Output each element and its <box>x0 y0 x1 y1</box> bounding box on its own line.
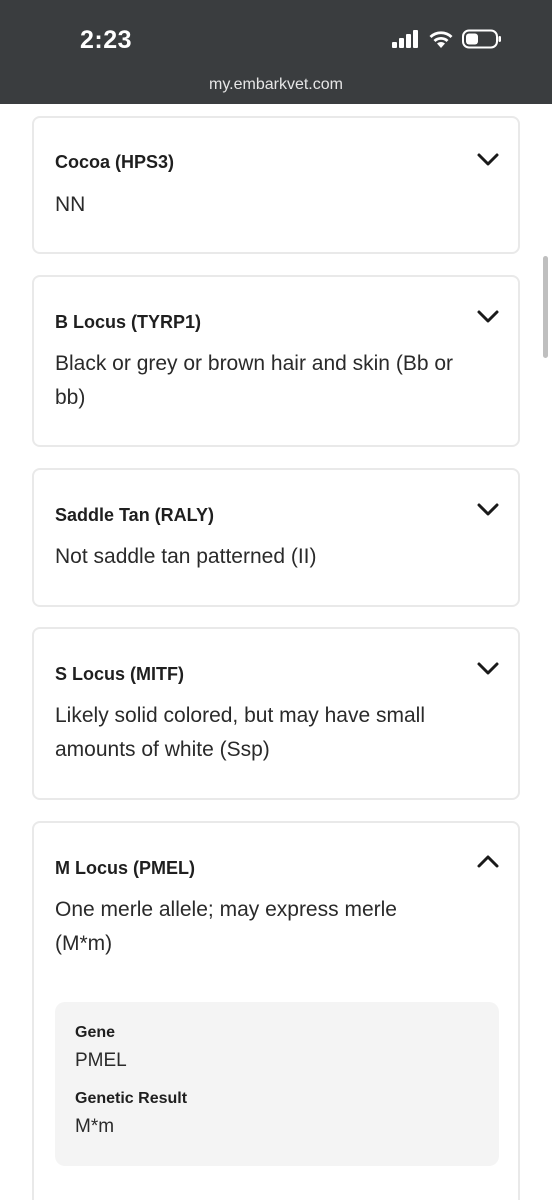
trait-description: NN <box>55 193 86 216</box>
trait-description: Likely solid colored, but may have small… <box>55 704 426 761</box>
trait-description: One merle allele; may express merle (M*m… <box>55 898 397 955</box>
chevron-down-icon[interactable] <box>476 309 500 325</box>
trait-card-cocoa[interactable]: Cocoa (HPS3) NN <box>32 116 520 254</box>
trait-card-m-locus[interactable]: M Locus (PMEL) One merle allele; may exp… <box>32 821 520 1200</box>
trait-title: Saddle Tan (RALY) <box>55 505 215 525</box>
chevron-down-icon[interactable] <box>476 152 500 168</box>
trait-title: Cocoa (HPS3) <box>55 152 175 172</box>
genetic-result-label: Genetic Result <box>75 1090 188 1107</box>
status-icons <box>392 29 502 49</box>
trait-title: S Locus (MITF) <box>55 664 184 684</box>
gene-label: Gene <box>75 1024 116 1041</box>
status-time: 2:23 <box>80 26 133 54</box>
trait-title: M Locus (PMEL) <box>55 858 195 878</box>
chevron-down-icon[interactable] <box>476 502 500 518</box>
signal-icon <box>392 30 418 48</box>
trait-card-saddle-tan[interactable]: Saddle Tan (RALY) Not saddle tan pattern… <box>32 468 520 607</box>
trait-list: Cocoa (HPS3) NN B Locus (TYRP1) Black or… <box>0 104 552 1200</box>
gene-value: PMEL <box>75 1050 127 1071</box>
trait-card-s-locus[interactable]: S Locus (MITF) Likely solid colored, but… <box>32 627 520 800</box>
chevron-up-icon[interactable] <box>476 853 500 869</box>
trait-card-b-locus[interactable]: B Locus (TYRP1) Black or grey or brown h… <box>32 275 520 447</box>
trait-title: B Locus (TYRP1) <box>55 312 202 332</box>
trait-description: Not saddle tan patterned (II) <box>55 545 317 568</box>
trait-details: Gene PMEL Genetic Result M*m <box>55 1002 499 1166</box>
wifi-icon <box>429 31 453 48</box>
scrollbar[interactable] <box>543 256 548 358</box>
browser-url[interactable]: my.embarkvet.com <box>0 76 552 94</box>
chevron-down-icon[interactable] <box>476 661 500 677</box>
battery-icon <box>462 29 501 49</box>
genetic-result-value: M*m <box>75 1116 115 1137</box>
status-bar: 2:23 my.embarkvet.com <box>0 0 552 104</box>
trait-description: Black or grey or brown hair and skin (Bb… <box>55 352 454 409</box>
